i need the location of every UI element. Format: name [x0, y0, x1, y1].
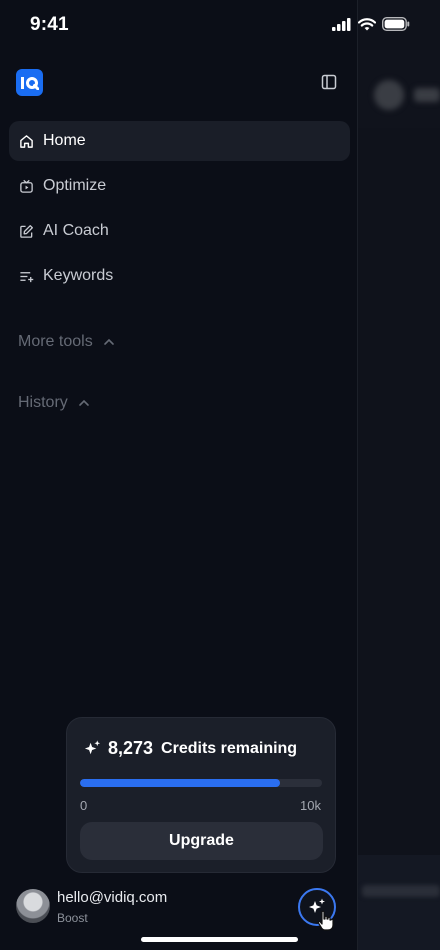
nav-item-label: AI Coach: [43, 222, 109, 239]
sidebar-toggle-icon[interactable]: [321, 74, 337, 90]
main-content-background: [358, 0, 440, 950]
section-history[interactable]: History: [18, 394, 90, 412]
nav-item-ai-coach[interactable]: AI Coach: [9, 211, 350, 251]
nav-item-label: Keywords: [43, 267, 114, 284]
vidiq-logo[interactable]: [16, 69, 43, 96]
section-more-tools[interactable]: More tools: [18, 333, 115, 351]
sidebar-drawer: Home Optimize AI Coach Keywords More too…: [0, 0, 358, 950]
avatar[interactable]: [16, 889, 50, 923]
keywords-icon: [18, 268, 34, 284]
credits-count: 8,273: [108, 738, 154, 758]
wifi-icon: [358, 17, 376, 30]
status-icons: [332, 17, 410, 31]
logo-icon: [21, 76, 39, 90]
status-bar: 9:41: [0, 0, 440, 50]
blurred-input-placeholder: [362, 885, 440, 897]
nav-item-optimize[interactable]: Optimize: [9, 166, 350, 206]
sparkles-icon: [84, 740, 101, 755]
nav-item-label: Optimize: [43, 177, 107, 194]
main-input-panel: [358, 855, 440, 950]
credits-label: Credits remaining: [161, 739, 298, 757]
signal-icon: [332, 17, 351, 31]
status-time: 9:41: [30, 14, 69, 35]
nav-item-label: Home: [43, 132, 86, 149]
edit-icon: [18, 223, 34, 239]
battery-icon: [382, 17, 410, 31]
home-icon: [18, 133, 34, 149]
section-label: More tools: [18, 333, 93, 350]
credits-header: 8,273 Credits remaining: [83, 738, 297, 759]
nav-item-home[interactable]: Home: [9, 121, 350, 161]
blurred-avatar: [374, 80, 404, 110]
hand-cursor-icon: [317, 910, 334, 931]
nav-item-keywords[interactable]: Keywords: [9, 256, 350, 296]
upgrade-button[interactable]: Upgrade: [80, 822, 323, 860]
credits-progress-bar: [80, 779, 322, 787]
credits-card: 8,273 Credits remaining 0 10k Upgrade: [66, 717, 336, 873]
optimize-icon: [18, 178, 34, 194]
chevron-up-icon: [103, 338, 114, 345]
progress-max-label: 10k: [300, 798, 321, 813]
blurred-title: [414, 88, 440, 102]
credits-progress-fill: [80, 779, 281, 787]
sidebar-nav: Home Optimize AI Coach Keywords: [9, 121, 350, 301]
chevron-up-icon: [78, 399, 89, 406]
progress-min-label: 0: [80, 798, 88, 813]
home-indicator: [141, 937, 298, 942]
user-plan: Boost: [57, 911, 88, 925]
user-email: hello@vidiq.com: [57, 889, 168, 906]
section-label: History: [18, 394, 68, 411]
